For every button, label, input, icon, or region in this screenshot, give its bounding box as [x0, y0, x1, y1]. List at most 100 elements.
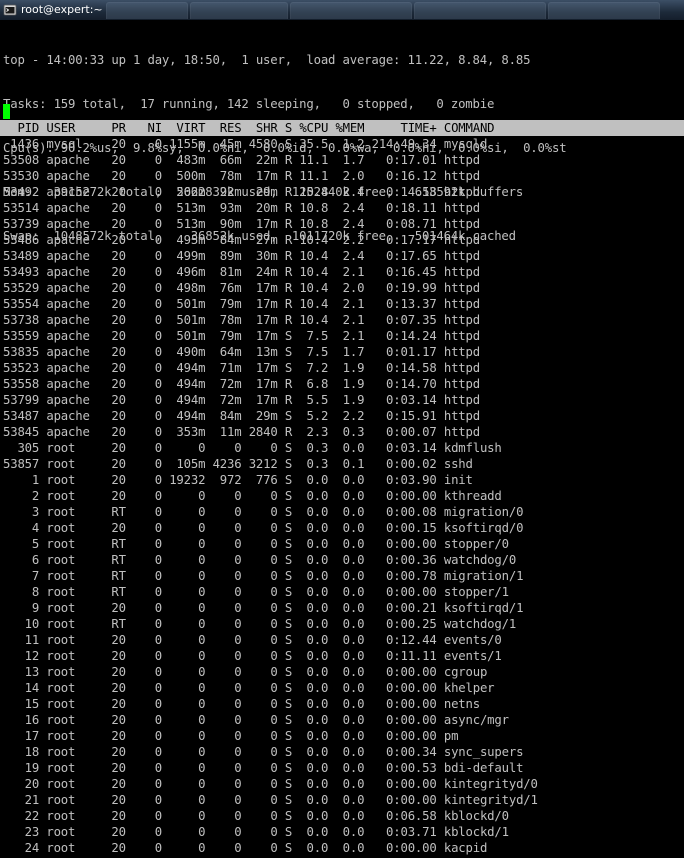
- column-user-header: USER: [46, 121, 105, 135]
- cell-user: root: [46, 665, 105, 679]
- cell-res: 0: [212, 633, 242, 647]
- cell-ni: 0: [140, 521, 162, 535]
- cell-res: 0: [212, 505, 242, 519]
- cell-res: 0: [212, 553, 242, 567]
- column-res-header: RES: [212, 121, 242, 135]
- table-row: 5 root RT 0 0 0 0 S 0.0 0.0 0:00.00 stop…: [3, 536, 538, 552]
- cell-virt: 495m: [169, 233, 206, 247]
- cell-command: cgroup: [443, 665, 488, 679]
- cell-time: 0:14.58: [371, 185, 437, 199]
- cell-cpu: 0.0: [299, 841, 329, 855]
- table-row: 53529 apache 20 0 498m 76m 17m R 10.4 2.…: [3, 280, 538, 296]
- cell-command: mysqld: [443, 137, 488, 151]
- cell-res: 0: [212, 809, 242, 823]
- cell-cpu: 7.5: [299, 345, 329, 359]
- cell-res: 89m: [212, 249, 242, 263]
- column-command-header: COMMAND: [443, 121, 495, 135]
- table-row: 4 root 20 0 0 0 0 S 0.0 0.0 0:00.15 ksof…: [3, 520, 538, 536]
- table-row: 53492 apache 20 0 502m 92m 29m R 10.8 2.…: [3, 184, 538, 200]
- cell-command: httpd: [443, 313, 480, 327]
- cell-ni: 0: [140, 665, 162, 679]
- cell-user: root: [46, 585, 105, 599]
- cell-shr: 17m: [248, 169, 278, 183]
- cell-command: httpd: [443, 361, 480, 375]
- cell-res: 0: [212, 761, 242, 775]
- table-row: 7 root RT 0 0 0 0 S 0.0 0.0 0:00.78 migr…: [3, 568, 538, 584]
- cell-shr: 17m: [248, 361, 278, 375]
- cell-pid: 24: [3, 841, 40, 855]
- cell-pid: 53559: [3, 329, 40, 343]
- column-state-header: S: [284, 121, 293, 135]
- cell-pid: 53558: [3, 377, 40, 391]
- cell-pr: 20: [111, 713, 134, 727]
- cell-command: httpd: [443, 249, 480, 263]
- cell-mem: 1.7: [335, 153, 365, 167]
- table-row: 2 root 20 0 0 0 0 S 0.0 0.0 0:00.00 kthr…: [3, 488, 538, 504]
- cell-pr: 20: [111, 313, 134, 327]
- cell-command: httpd: [443, 297, 480, 311]
- cell-mem: 0.0: [335, 633, 365, 647]
- table-row: 11 root 20 0 0 0 0 S 0.0 0.0 0:12.44 eve…: [3, 632, 538, 648]
- cell-command: watchdog/0: [443, 553, 517, 567]
- cell-mem: 0.0: [335, 649, 365, 663]
- cell-command: httpd: [443, 265, 480, 279]
- cell-shr: 3212: [248, 457, 278, 471]
- cell-ni: 0: [140, 137, 162, 151]
- cell-state: S: [284, 825, 293, 839]
- cell-user: root: [46, 569, 105, 583]
- terminal-window-icon: [3, 4, 17, 16]
- cell-res: 66m: [212, 153, 242, 167]
- cell-pr: 20: [111, 281, 134, 295]
- cell-state: S: [284, 697, 293, 711]
- cell-command: httpd: [443, 329, 480, 343]
- cell-user: root: [46, 793, 105, 807]
- cell-state: S: [284, 473, 293, 487]
- cell-virt: 513m: [169, 201, 206, 215]
- cell-pid: 53799: [3, 393, 40, 407]
- cell-user: root: [46, 745, 105, 759]
- cell-state: S: [284, 729, 293, 743]
- cell-ni: 0: [140, 761, 162, 775]
- cell-virt: 494m: [169, 393, 206, 407]
- cell-user: apache: [46, 297, 105, 311]
- cell-ni: 0: [140, 441, 162, 455]
- cell-ni: 0: [140, 265, 162, 279]
- cell-pr: 20: [111, 745, 134, 759]
- cell-mem: 2.4: [335, 185, 365, 199]
- cell-pid: 53508: [3, 153, 40, 167]
- cell-pr: RT: [111, 505, 134, 519]
- cell-state: S: [284, 345, 293, 359]
- cell-pid: 53493: [3, 265, 40, 279]
- cell-command: migration/1: [443, 569, 524, 583]
- cell-state: S: [284, 601, 293, 615]
- cell-ni: 0: [140, 825, 162, 839]
- cell-shr: 2840: [248, 425, 278, 439]
- cell-time: 0:00.25: [371, 617, 437, 631]
- cell-cpu: 11.1: [299, 169, 329, 183]
- cell-pid: 17: [3, 729, 40, 743]
- cell-user: root: [46, 697, 105, 711]
- cell-user: root: [46, 809, 105, 823]
- cell-ni: 0: [140, 553, 162, 567]
- table-row: 53559 apache 20 0 501m 79m 17m S 7.5 2.1…: [3, 328, 538, 344]
- cell-cpu: 35.5: [299, 137, 329, 151]
- cell-shr: 0: [248, 777, 278, 791]
- window-titlebar[interactable]: root@expert:~: [0, 0, 684, 20]
- cell-state: S: [284, 329, 293, 343]
- cell-pr: 20: [111, 473, 134, 487]
- cell-pr: 20: [111, 409, 134, 423]
- cell-user: apache: [46, 201, 105, 215]
- cell-time: 0:12.44: [371, 633, 437, 647]
- cell-state: R: [284, 233, 293, 247]
- cell-cpu: 0.0: [299, 665, 329, 679]
- table-row: 3 root RT 0 0 0 0 S 0.0 0.0 0:00.08 migr…: [3, 504, 538, 520]
- cell-mem: 0.0: [335, 793, 365, 807]
- cell-pr: 20: [111, 137, 134, 151]
- cell-pr: 20: [111, 249, 134, 263]
- terminal-cursor: [3, 104, 10, 119]
- cell-mem: 0.0: [335, 585, 365, 599]
- cell-res: 0: [212, 697, 242, 711]
- cell-user: mysql: [46, 137, 105, 151]
- cell-user: apache: [46, 233, 105, 247]
- table-row: 12 root 20 0 0 0 0 S 0.0 0.0 0:11.11 eve…: [3, 648, 538, 664]
